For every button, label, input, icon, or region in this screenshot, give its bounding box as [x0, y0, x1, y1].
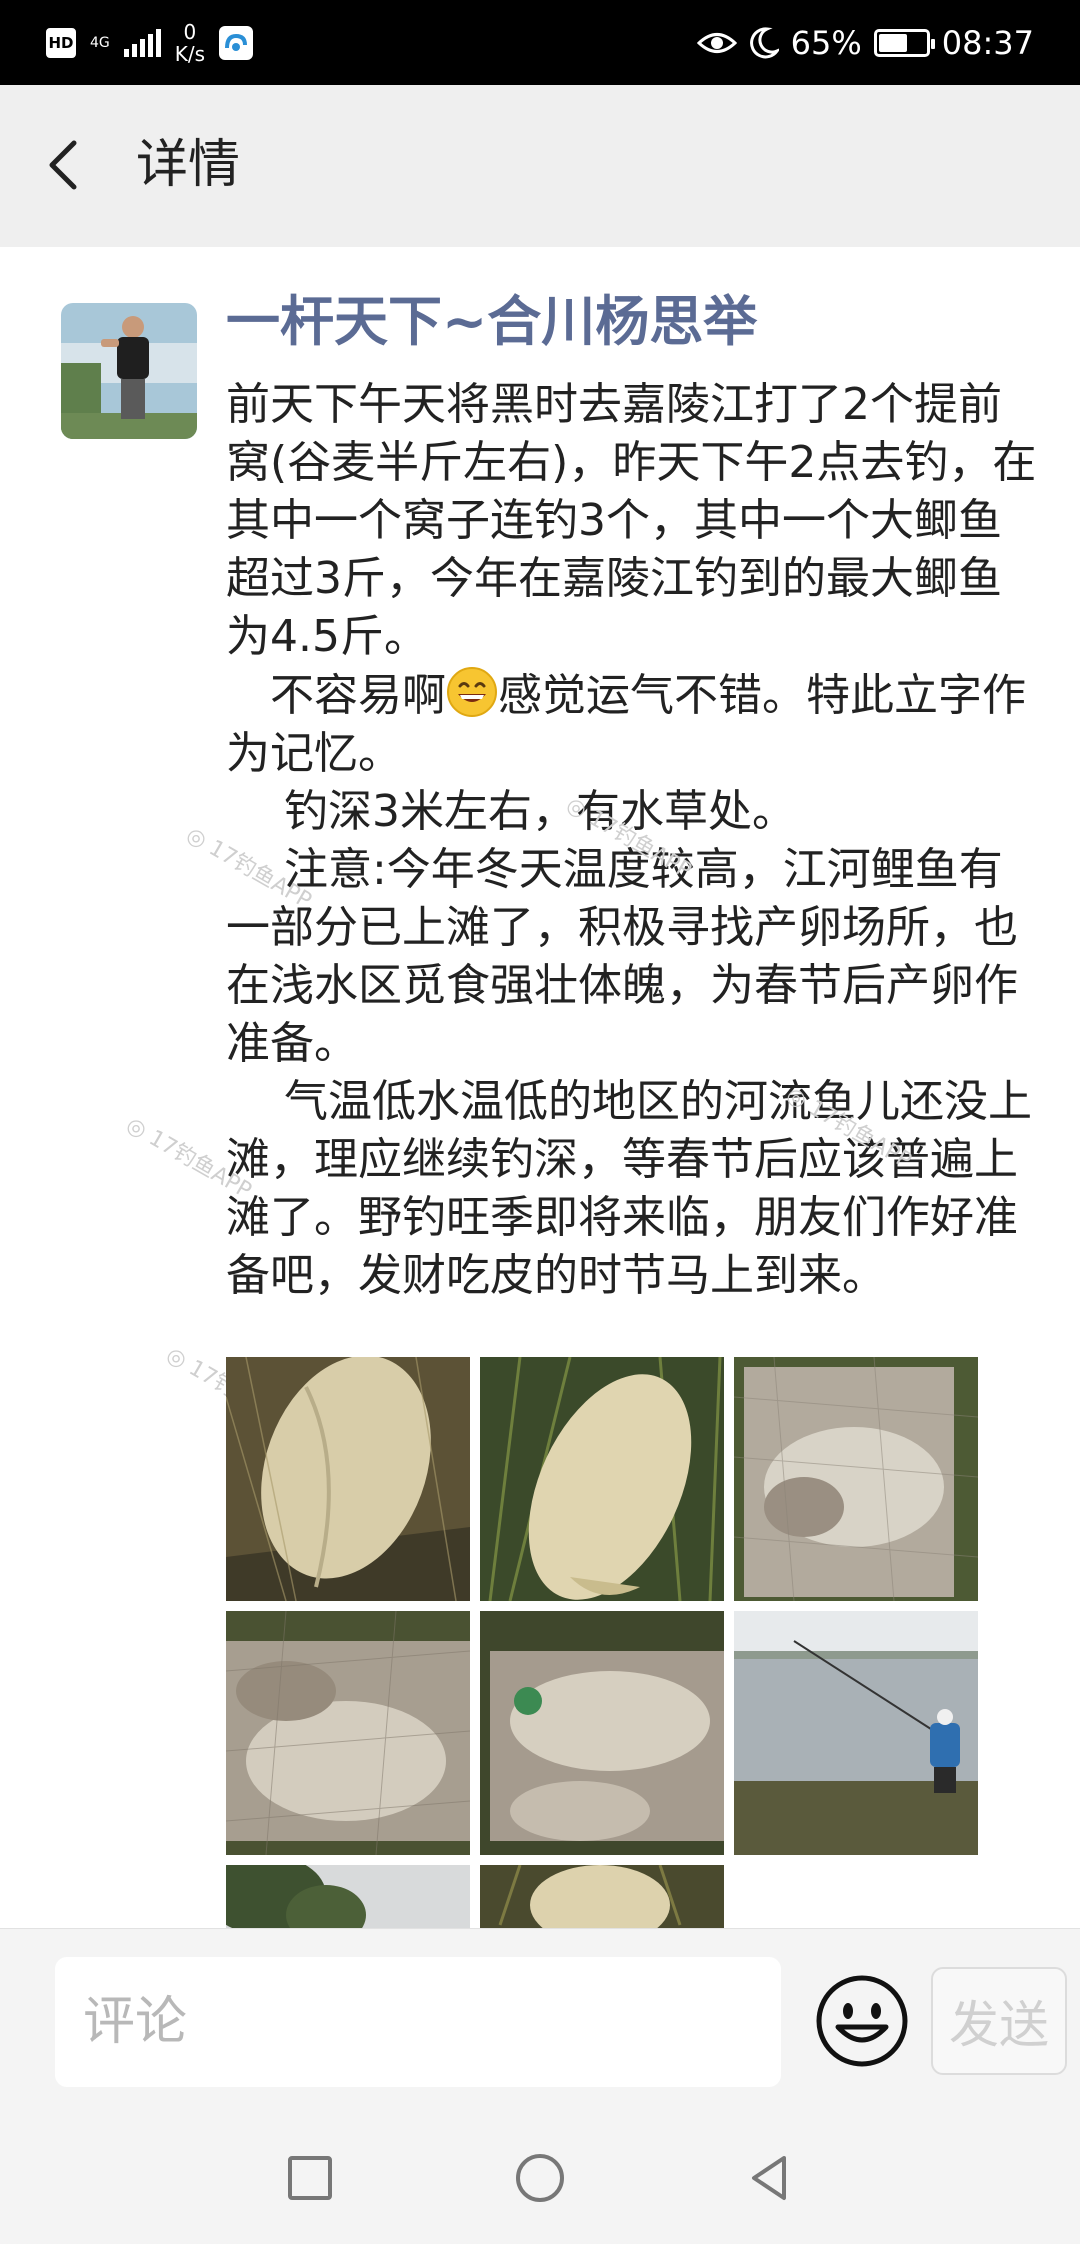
triangle-back-icon: [752, 2156, 786, 2200]
post-paragraph: 钓深3米左右，有水草处。: [226, 786, 796, 837]
status-bar-right: 65% 08:37: [696, 18, 1034, 68]
post-paragraph: 前天下午天将黑时去嘉陵江打了2个提前窝(谷麦半斤左右)，昨天下午2点去钓，在其中…: [226, 379, 1037, 662]
post-image-5[interactable]: [480, 1611, 724, 1855]
post-image-7[interactable]: [226, 1865, 470, 1928]
author-name[interactable]: 一杆天下~合川杨思举: [226, 286, 757, 358]
post-paragraph: 不容易啊 感觉运气不错。特此立字作为记忆。: [226, 666, 1038, 783]
app-header: 详情: [0, 85, 1080, 247]
post-body: 前天下午天将黑时去嘉陵江打了2个提前窝(谷麦半斤左右)，昨天下午2点去钓，在其中…: [226, 376, 1038, 1305]
hd-badge: HD: [46, 28, 76, 58]
network-speed-unit: K/s: [174, 42, 206, 66]
back-nav-button[interactable]: [742, 2150, 798, 2206]
send-button[interactable]: 发送: [931, 1967, 1067, 2075]
circle-home-icon: [516, 2154, 564, 2202]
author-avatar[interactable]: [61, 303, 197, 439]
smiley-face-icon: [816, 1975, 908, 2067]
battery-percent: 65%: [790, 24, 862, 62]
post-image-6[interactable]: [734, 1611, 978, 1855]
comment-bar: 发送: [0, 1928, 1080, 2112]
back-arrow-icon: [49, 140, 77, 190]
post-image-4[interactable]: [226, 1611, 470, 1855]
post-image-1[interactable]: [226, 1357, 470, 1601]
post-image-2[interactable]: [480, 1357, 724, 1601]
eye-comfort-icon: [696, 33, 737, 53]
page-title: 详情: [136, 135, 241, 195]
battery-fill: [878, 34, 908, 52]
system-nav-bar: [0, 2112, 1080, 2244]
network-speed-value: 0: [183, 20, 197, 44]
clock-time: 08:37: [941, 24, 1034, 62]
post-paragraph: 注意:今年冬天温度较高，江河鲤鱼有一部分已上滩了，积极寻找产卵场所，也在浅水区觅…: [226, 844, 1018, 1069]
post-paragraph: 气温低水温低的地区的河流鱼儿还没上滩，理应继续钓深，等春节后应该普遍上滩了。野钓…: [226, 1076, 1032, 1301]
network-speed: 0 K/s: [175, 21, 205, 65]
square-recents-icon: [288, 2156, 332, 2200]
status-bar-left: HD 4G 0 K/s: [46, 18, 254, 68]
do-not-disturb-moon-icon: [749, 27, 779, 59]
home-button[interactable]: [512, 2150, 568, 2206]
network-type: 4G: [90, 35, 110, 51]
emoji-button[interactable]: [814, 1973, 910, 2069]
recent-apps-button[interactable]: [282, 2150, 338, 2206]
battery-icon: [873, 29, 935, 57]
signal-strength-icon: [123, 29, 161, 57]
grinning-face-emoji-icon: [447, 667, 497, 717]
status-bar: HD 4G 0 K/s 65% 08:37: [0, 0, 1080, 85]
post-text-span: 不容易啊: [226, 670, 446, 721]
back-button[interactable]: [36, 129, 96, 201]
comment-input[interactable]: [55, 1957, 781, 2087]
post-image-8[interactable]: [480, 1865, 724, 1928]
post-image-3[interactable]: [734, 1357, 978, 1601]
app-notification-icon: [219, 26, 254, 60]
